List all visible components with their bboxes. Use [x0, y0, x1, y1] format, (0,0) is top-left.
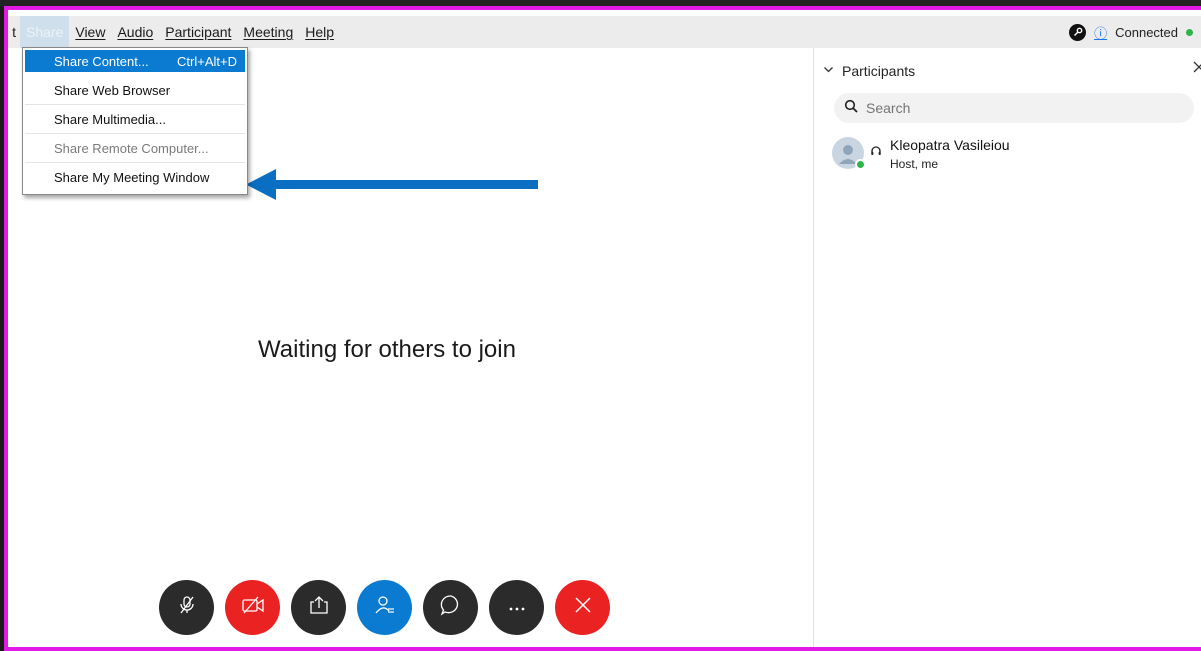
share-content-label: Share Content...	[54, 53, 149, 69]
menu-view[interactable]: View	[69, 16, 111, 48]
more-button[interactable]	[489, 580, 544, 635]
waiting-message: Waiting for others to join	[258, 336, 516, 363]
meeting-controls	[159, 580, 610, 635]
video-off-icon	[241, 595, 265, 620]
share-icon	[308, 594, 330, 621]
menu-help[interactable]: Help	[299, 16, 340, 48]
avatar	[832, 137, 866, 170]
participant-search[interactable]	[834, 93, 1194, 123]
share-content-shortcut: Ctrl+Alt+D	[177, 53, 237, 69]
more-icon	[507, 599, 527, 617]
menu-fragment: t	[12, 24, 16, 40]
menu-participant[interactable]: Participant	[159, 16, 237, 48]
headset-icon	[870, 145, 882, 160]
menu-item-share-remote-computer: Share Remote Computer...	[25, 134, 245, 163]
chat-icon	[439, 593, 463, 622]
search-input[interactable]	[866, 100, 1166, 116]
video-button[interactable]	[225, 580, 280, 635]
connected-dot-icon	[1186, 28, 1193, 36]
participant-role: Host, me	[890, 157, 939, 171]
menu-item-share-meeting-window[interactable]: Share My Meeting Window	[25, 163, 245, 192]
mute-button[interactable]	[159, 580, 214, 635]
share-button[interactable]	[291, 580, 346, 635]
chevron-down-icon[interactable]	[823, 64, 834, 78]
chat-button[interactable]	[423, 580, 478, 635]
menu-audio[interactable]: Audio	[111, 16, 159, 48]
mic-off-icon	[176, 594, 198, 621]
participants-icon	[374, 594, 396, 621]
search-icon	[844, 99, 858, 118]
end-meeting-button[interactable]	[555, 580, 610, 635]
close-icon	[573, 595, 593, 620]
menu-share[interactable]: Share	[20, 16, 70, 48]
connection-label: Connected	[1115, 24, 1178, 40]
online-status-icon	[855, 159, 866, 170]
share-dropdown-menu: Share Content... Ctrl+Alt+D Share Web Br…	[22, 47, 248, 195]
menu-item-share-web-browser[interactable]: Share Web Browser	[25, 76, 245, 105]
participant-row[interactable]: Kleopatra Vasileiou Host, me	[832, 137, 1010, 171]
close-icon[interactable]	[1193, 60, 1201, 78]
menu-item-share-multimedia[interactable]: Share Multimedia...	[25, 105, 245, 134]
participant-name: Kleopatra Vasileiou	[890, 137, 1010, 153]
info-icon[interactable]: ⓘ	[1094, 23, 1107, 42]
participants-button[interactable]	[357, 580, 412, 635]
annotation-arrow-icon	[246, 169, 538, 200]
panel-divider	[813, 48, 814, 647]
menu-item-share-content[interactable]: Share Content... Ctrl+Alt+D	[25, 50, 245, 72]
participants-header[interactable]: Participants	[823, 60, 1201, 82]
key-icon[interactable]	[1069, 23, 1087, 41]
menu-bar: t Share View Audio Participant Meeting H…	[8, 16, 1201, 48]
menu-meeting[interactable]: Meeting	[237, 16, 299, 48]
connection-status: ⓘ Connected	[1069, 16, 1193, 48]
participant-info: Kleopatra Vasileiou Host, me	[890, 137, 1010, 171]
meeting-window: t Share View Audio Participant Meeting H…	[4, 6, 1201, 651]
participants-title: Participants	[842, 63, 916, 79]
menu-share-label: Share	[26, 24, 64, 40]
